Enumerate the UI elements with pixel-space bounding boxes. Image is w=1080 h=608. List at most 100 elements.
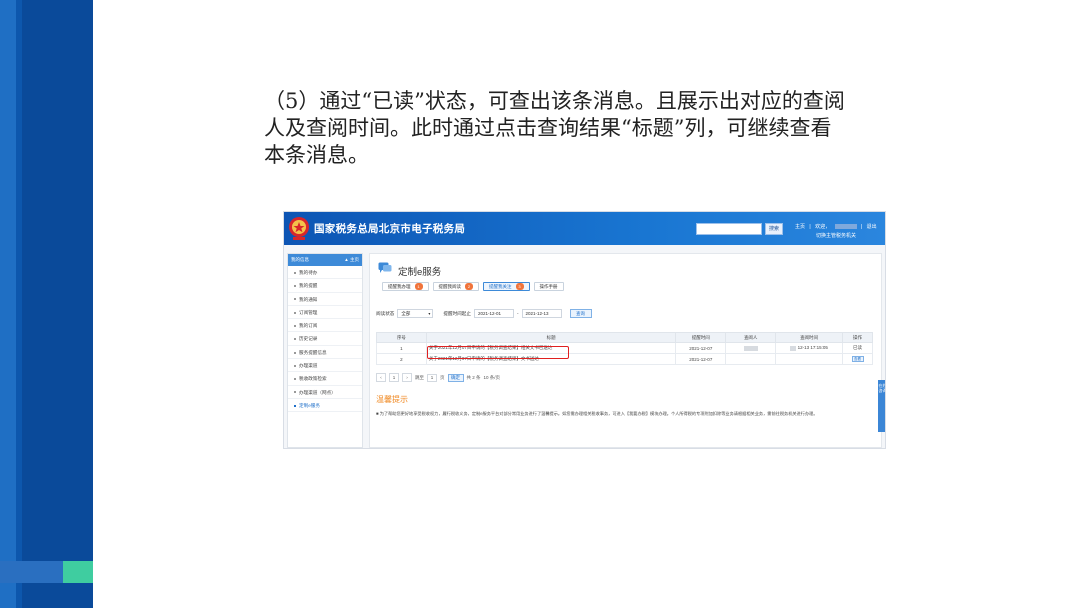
masked-username xyxy=(834,224,857,230)
bullet-icon xyxy=(294,391,296,394)
col-header-read-time: 查阅时间 xyxy=(775,332,844,343)
tab-manual[interactable]: 操作手册 xyxy=(533,282,564,291)
cell-reader xyxy=(725,353,777,365)
count-badge: 3 xyxy=(515,283,524,291)
sidebar-item-label: 订阅管理 xyxy=(299,309,318,315)
site-header: 国家税务总局北京市电子税务局 搜索 主页 | 欢迎， | 退出 切换主管税务机关 xyxy=(284,212,885,245)
sidebar-header-label: 我的信息 xyxy=(291,257,309,262)
welcome-text: 欢迎， xyxy=(815,224,831,230)
paragraph-line-2: 人及查阅时间。此时通过点击查询结果“标题”列，可继续查看 xyxy=(264,116,832,140)
sidebar-item-policy-search[interactable]: 税收政策检索 xyxy=(288,372,362,386)
status-select[interactable]: 全部 ▾ xyxy=(397,309,434,318)
sidebar-item-my-subscriptions[interactable]: 我的订阅 xyxy=(288,319,362,333)
sidebar-item-label: 历史记录 xyxy=(299,336,318,342)
sidebar-item-service-reminders[interactable]: 服务提醒信息 xyxy=(288,346,362,360)
left-decorative-band xyxy=(0,0,93,608)
sidebar-home-link[interactable]: ▲ 主页 xyxy=(344,254,359,266)
view-button[interactable]: 查看 xyxy=(851,356,864,362)
col-header-op: 操作 xyxy=(842,332,873,343)
tab-remind-follow[interactable]: 提醒我关注 3 xyxy=(483,282,530,291)
home-link[interactable]: 主页 xyxy=(795,224,805,230)
bullet-icon xyxy=(294,271,296,274)
chevron-down-icon: ▾ xyxy=(428,311,431,316)
band-stripe-light xyxy=(0,0,16,608)
header-search-input[interactable] xyxy=(696,223,762,235)
chat-bubble-icon xyxy=(378,262,392,273)
page-1-button[interactable]: 1 xyxy=(389,373,399,382)
header-search-button[interactable]: 搜索 xyxy=(765,223,783,235)
sidebar-item-reminders[interactable]: 我的提醒 xyxy=(288,279,362,293)
bullet-icon xyxy=(294,298,296,301)
sidebar-item-label: 办理渠道 xyxy=(299,363,318,369)
per-page-select[interactable]: 10 条/页 xyxy=(484,375,501,381)
tab-remind-handle[interactable]: 提醒我办理 1 xyxy=(382,282,429,291)
date-to-input[interactable]: 2021-12-13 xyxy=(521,309,562,318)
cell-time: 2021-12-07 xyxy=(675,353,727,365)
sidebar-item-label: 办理渠道（网点） xyxy=(299,389,336,395)
bullet-icon xyxy=(294,351,296,354)
tab-remind-read[interactable]: 提醒我阅读 2 xyxy=(432,282,479,291)
count-badge: 2 xyxy=(465,283,473,291)
sidebar-item-channels[interactable]: 办理渠道 xyxy=(288,359,362,373)
time-range-label: 提醒时间起止 xyxy=(443,310,471,316)
sidebar-item-history[interactable]: 历史记录 xyxy=(288,332,362,346)
go-page-button[interactable]: 确定 xyxy=(447,373,464,382)
bullet-icon xyxy=(294,324,296,327)
sidebar-item-label: 我的订阅 xyxy=(299,323,318,329)
goto-label: 跳至 xyxy=(415,374,424,380)
status-label: 阅读状态 xyxy=(376,310,395,316)
tips-title: 温馨提示 xyxy=(376,395,408,404)
tab-label: 提醒我关注 xyxy=(489,284,512,289)
bullet-icon xyxy=(294,404,296,407)
sidebar: 我的信息 ▲ 主页 我的待办 我的提醒 我的通知 订阅管理 我的订阅 历史记录 … xyxy=(287,253,363,448)
highlight-box xyxy=(427,346,569,359)
date-from-input[interactable]: 2021-12-01 xyxy=(473,309,514,318)
bullet-icon xyxy=(294,285,296,288)
page-number-input[interactable]: 1 xyxy=(427,373,437,382)
site-title: 国家税务总局北京市电子税务局 xyxy=(314,223,466,235)
tab-label: 提醒我阅读 xyxy=(438,284,462,289)
tab-label: 提醒我办理 xyxy=(388,284,411,289)
cell-time: 2021-12-07 xyxy=(675,342,727,354)
link-separator-2: | xyxy=(860,224,863,230)
link-separator: | xyxy=(809,224,811,230)
online-consult-float-tab[interactable]: 在线咨询 xyxy=(878,380,885,432)
band-stripe-mid xyxy=(16,0,22,608)
sidebar-item-custom-e-service[interactable]: 定制e服务 xyxy=(288,399,362,413)
status-value: 全部 xyxy=(401,311,411,316)
sidebar-item-notices[interactable]: 我的通知 xyxy=(288,293,362,306)
exit-link[interactable]: 退出 xyxy=(867,224,877,230)
cell-reader xyxy=(725,342,777,354)
next-page-button[interactable]: › xyxy=(402,373,412,382)
col-header-reader: 查阅人 xyxy=(725,332,777,343)
query-button[interactable]: 查询 xyxy=(569,309,592,318)
sidebar-item-label: 我的通知 xyxy=(299,296,318,302)
sidebar-header: 我的信息 ▲ 主页 xyxy=(288,254,362,266)
masked-read-date xyxy=(790,345,797,351)
band-green-block xyxy=(63,561,93,583)
sidebar-item-label: 我的待办 xyxy=(299,270,318,275)
sidebar-item-label: 服务提醒信息 xyxy=(299,349,327,355)
col-header-title: 标题 xyxy=(425,332,677,343)
cell-op: 查看 xyxy=(842,353,873,365)
paragraph-line-1: （5）通过“已读”状态，可查出该条消息。且展示出对应的查阅 xyxy=(264,89,845,113)
sidebar-item-subscription-mgmt[interactable]: 订阅管理 xyxy=(288,306,362,320)
cell-read-time xyxy=(775,353,844,365)
masked-reader xyxy=(743,345,758,351)
prev-page-button[interactable]: ‹ xyxy=(376,373,386,382)
sidebar-item-channel-outlets[interactable]: 办理渠道（网点） xyxy=(288,386,362,399)
sidebar-item-pending[interactable]: 我的待办 xyxy=(288,266,362,280)
table-header-row: 序号 标题 提醒时间 查阅人 查阅时间 操作 xyxy=(376,332,873,343)
embedded-screenshot: 国家税务总局北京市电子税务局 搜索 主页 | 欢迎， | 退出 切换主管税务机关… xyxy=(283,211,886,449)
tax-emblem-icon xyxy=(289,217,309,240)
col-header-no: 序号 xyxy=(376,332,427,343)
cell-no: 2 xyxy=(376,353,427,365)
switch-tax-office-link[interactable]: 切换主管税务机关 xyxy=(816,232,856,239)
bullet-icon xyxy=(294,311,296,314)
sidebar-item-label: 税收政策检索 xyxy=(299,376,327,382)
sidebar-item-label: 我的提醒 xyxy=(299,283,318,289)
page-unit: 页 xyxy=(440,374,445,380)
service-title: 定制e服务 xyxy=(398,267,442,278)
main-panel: 定制e服务 提醒我办理 1 提醒我阅读 2 提醒我关注 3 操作手册 阅读状态 全部 ▾… xyxy=(369,253,882,448)
instruction-paragraph: （5）通过“已读”状态，可查出该条消息。且展示出对应的查阅 人及查阅时间。此时通… xyxy=(264,88,904,169)
